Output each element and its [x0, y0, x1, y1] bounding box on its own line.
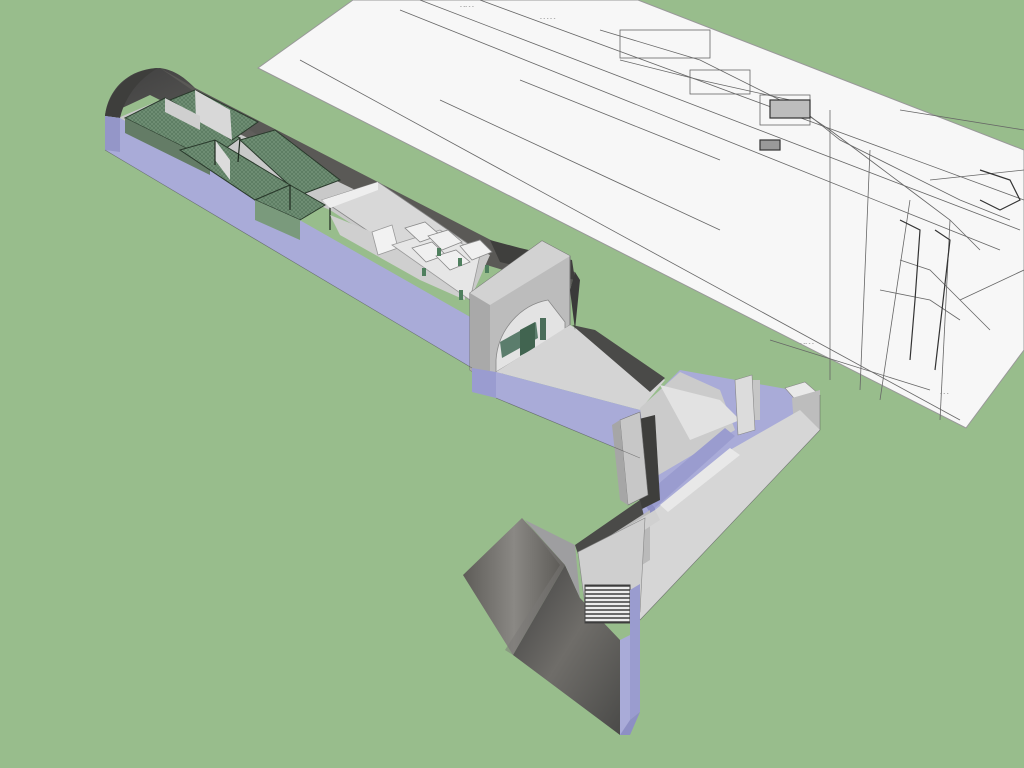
entrance-stair-shaft[interactable]: [463, 517, 646, 735]
svg-text:- - - - -: - - - - -: [540, 16, 556, 22]
sketchup-3d-viewport[interactable]: - -- - - - - - - - - -- - - - - -: [0, 0, 1024, 768]
svg-text:- - -: - - -: [940, 391, 949, 397]
ventilation-grille: [584, 584, 631, 624]
svg-text:- -- - -: - -- - -: [460, 4, 474, 10]
svg-text:- -- - -: - -- - -: [800, 341, 814, 347]
model-canvas[interactable]: - -- - - - - - - - - -- - - - - -: [0, 0, 1024, 768]
